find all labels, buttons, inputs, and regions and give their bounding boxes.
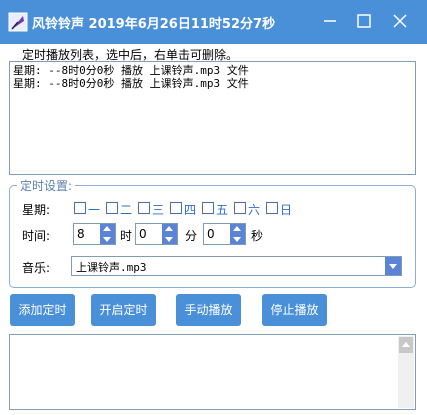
- minute-spinner[interactable]: 0: [135, 223, 178, 245]
- schedule-list[interactable]: 星期: --8时0分0秒 播放 上课铃声.mp3 文件 星期: --8时0分0秒…: [9, 61, 416, 175]
- second-up-arrow-icon[interactable]: [230, 224, 245, 234]
- list-item[interactable]: 星期: --8时0分0秒 播放 上课铃声.mp3 文件: [13, 77, 412, 90]
- window-title: 风铃铃声 2019年6月26日11时52分7秒: [32, 17, 276, 32]
- start-timer-button[interactable]: 开启定时: [91, 294, 156, 326]
- day-label: 日: [280, 203, 293, 217]
- weekday-label: 星期:: [22, 203, 51, 217]
- minute-unit-label: 分: [185, 229, 198, 243]
- hour-up-arrow-icon[interactable]: [100, 224, 115, 234]
- maximize-icon[interactable]: [353, 10, 375, 32]
- second-down-arrow-icon[interactable]: [230, 234, 245, 244]
- checkbox[interactable]: [202, 202, 214, 214]
- timer-settings-title: 定时设置:: [17, 177, 76, 194]
- second-value[interactable]: 0: [207, 227, 215, 241]
- checkbox[interactable]: [74, 202, 86, 214]
- chevron-down-icon[interactable]: [385, 257, 401, 275]
- second-spinner[interactable]: 0: [203, 223, 246, 245]
- minute-down-arrow-icon[interactable]: [162, 234, 177, 244]
- time-label: 时间:: [22, 229, 51, 243]
- title-bar: 风铃铃声 2019年6月26日11时52分7秒: [0, 0, 427, 44]
- stop-play-button[interactable]: 停止播放: [262, 294, 327, 326]
- music-label: 音乐:: [22, 261, 51, 275]
- day-label: 二: [120, 203, 133, 217]
- checkbox[interactable]: [170, 202, 182, 214]
- day-label: 四: [184, 203, 197, 217]
- day-label: 三: [152, 203, 165, 217]
- music-select-value[interactable]: 上课铃声.mp3: [76, 259, 147, 275]
- day-label: 六: [248, 203, 261, 217]
- hour-value[interactable]: 8: [77, 227, 85, 241]
- scroll-up-arrow-icon[interactable]: [399, 337, 413, 353]
- second-unit-label: 秒: [251, 229, 264, 243]
- minute-value[interactable]: 0: [139, 227, 147, 241]
- log-scrollbar[interactable]: [398, 336, 414, 408]
- minute-up-arrow-icon[interactable]: [162, 224, 177, 234]
- app-feather-icon: [8, 12, 28, 32]
- day-label: 五: [216, 203, 229, 217]
- minimize-icon[interactable]: [319, 10, 341, 32]
- music-select[interactable]: 上课铃声.mp3: [71, 256, 402, 276]
- log-textbox[interactable]: [9, 334, 416, 410]
- checkbox[interactable]: [106, 202, 118, 214]
- close-icon[interactable]: [389, 10, 411, 32]
- day-label: 一: [88, 203, 101, 217]
- manual-play-button[interactable]: 手动播放: [176, 294, 241, 326]
- list-item[interactable]: 星期: --8时0分0秒 播放 上课铃声.mp3 文件: [13, 64, 412, 77]
- checkbox[interactable]: [234, 202, 246, 214]
- hour-spinner[interactable]: 8: [73, 223, 116, 245]
- hour-down-arrow-icon[interactable]: [100, 234, 115, 244]
- add-timer-button[interactable]: 添加定时: [10, 294, 75, 326]
- checkbox[interactable]: [266, 202, 278, 214]
- checkbox[interactable]: [138, 202, 150, 214]
- hour-unit-label: 时: [120, 229, 133, 243]
